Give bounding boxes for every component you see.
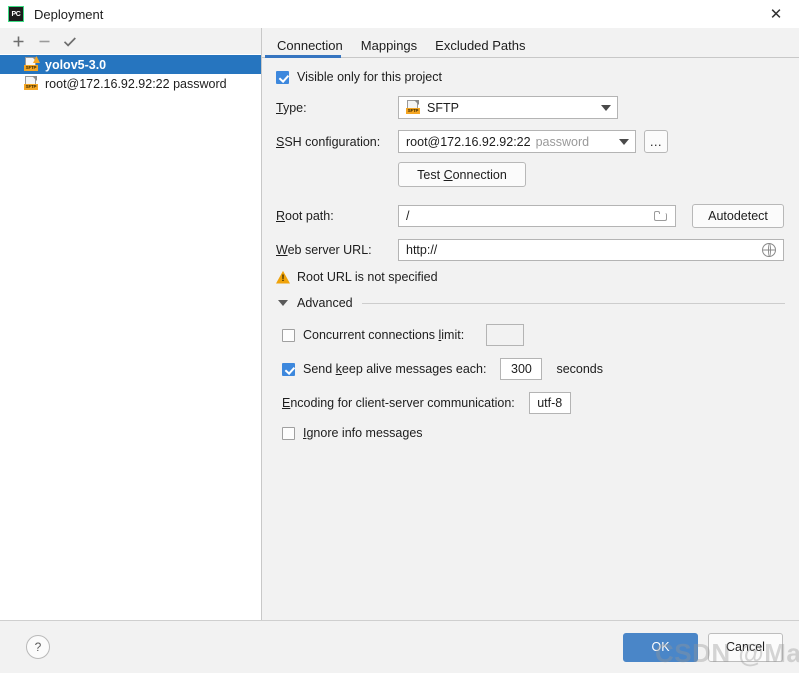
test-connection-row: Test Connection: [276, 162, 785, 187]
ssh-config-auth-type: password: [535, 134, 590, 149]
type-row: Type: SFTP SFTP: [276, 96, 785, 119]
web-url-row: Web server URL: http://: [276, 239, 785, 261]
section-divider: [361, 302, 785, 304]
ok-button[interactable]: OK: [623, 632, 698, 662]
sftp-server-warning-icon: SFTP: [24, 56, 40, 72]
chevron-down-icon: [278, 300, 288, 306]
keepalive-input[interactable]: 300: [500, 358, 543, 380]
web-url-label: Web server URL:: [276, 243, 372, 257]
encoding-input[interactable]: utf-8: [528, 392, 571, 414]
root-path-label: Root path:: [276, 209, 334, 223]
globe-icon[interactable]: [762, 242, 776, 257]
server-item-label: root@172.16.92.92:22 password: [45, 76, 227, 91]
visible-only-checkbox[interactable]: [276, 70, 289, 84]
advanced-section-header[interactable]: Advanced: [276, 296, 785, 310]
chevron-down-icon: [619, 138, 629, 145]
add-button[interactable]: [6, 30, 30, 52]
test-connection-button[interactable]: Test Connection: [398, 162, 526, 187]
apply-button[interactable]: [58, 30, 82, 52]
remove-button[interactable]: [32, 30, 56, 52]
autodetect-button[interactable]: Autodetect: [692, 204, 784, 228]
cancel-button[interactable]: Cancel: [708, 632, 783, 662]
keepalive-checkbox[interactable]: [282, 362, 295, 376]
connection-settings-panel: Connection Mappings Excluded Paths Visib…: [262, 28, 799, 620]
deployment-dialog: PC Deployment ✕ SFTP yolov5-3.0 SFTP roo…: [0, 0, 799, 673]
advanced-label: Advanced: [297, 296, 353, 310]
test-connection-label: Test Connection: [417, 167, 507, 182]
list-item[interactable]: SFTP root@172.16.92.92:22 password: [0, 74, 261, 93]
server-item-label: yolov5-3.0: [45, 57, 107, 72]
encoding-label: Encoding for client-server communication…: [282, 396, 515, 410]
dialog-body: SFTP yolov5-3.0 SFTP root@172.16.92.92:2…: [0, 28, 799, 620]
ssh-config-value: root@172.16.92.92:22: [406, 134, 531, 149]
folder-icon[interactable]: [654, 210, 668, 222]
close-icon[interactable]: ✕: [753, 0, 799, 28]
encoding-value: utf-8: [537, 396, 563, 410]
window-title: Deployment: [34, 6, 104, 22]
web-url-input[interactable]: http://: [398, 239, 784, 261]
sftp-server-icon: SFTP: [24, 76, 39, 91]
concurrent-connections-input[interactable]: [486, 324, 525, 346]
dialog-footer: ? OK Cancel: [0, 621, 799, 673]
server-tree[interactable]: SFTP yolov5-3.0 SFTP root@172.16.92.92:2…: [0, 54, 261, 620]
root-path-value: /: [406, 209, 410, 223]
concurrent-connections-checkbox[interactable]: [282, 328, 295, 342]
connection-form: Visible only for this project Type: SFTP…: [262, 58, 799, 620]
root-url-warning-text: Root URL is not specified: [297, 270, 438, 284]
concurrent-connections-row: Concurrent connections limit:: [276, 324, 785, 346]
type-value: SFTP: [427, 100, 459, 115]
type-label: Type:: [276, 100, 307, 115]
root-url-warning: Root URL is not specified: [276, 270, 785, 284]
sftp-icon: SFTP: [406, 100, 421, 115]
keepalive-label: Send keep alive messages each:: [303, 362, 487, 376]
warning-triangle-icon: [276, 270, 290, 284]
chevron-down-icon: [601, 104, 611, 111]
tab-mappings[interactable]: Mappings: [352, 39, 426, 58]
server-list-panel: SFTP yolov5-3.0 SFTP root@172.16.92.92:2…: [0, 28, 262, 620]
root-path-input[interactable]: /: [398, 205, 676, 227]
root-path-row: Root path: / Autodetect: [276, 204, 785, 228]
server-list-toolbar: [0, 28, 261, 54]
title-bar: PC Deployment ✕: [0, 0, 799, 28]
ignore-info-checkbox[interactable]: [282, 426, 295, 440]
ssh-config-browse-button[interactable]: ...: [644, 130, 668, 153]
settings-tabs: Connection Mappings Excluded Paths: [262, 28, 799, 58]
visible-only-label: Visible only for this project: [297, 70, 442, 84]
ignore-info-row: Ignore info messages: [276, 426, 785, 440]
ssh-config-label: SSH configuration:: [276, 134, 381, 149]
ssh-config-row: SSH configuration: root@172.16.92.92:22 …: [276, 130, 785, 153]
concurrent-connections-label: Concurrent connections limit:: [303, 328, 465, 342]
ignore-info-label: Ignore info messages: [303, 426, 423, 440]
footer-actions: OK Cancel: [623, 632, 783, 662]
help-button[interactable]: ?: [26, 635, 50, 659]
encoding-row: Encoding for client-server communication…: [276, 392, 785, 414]
type-combobox[interactable]: SFTP SFTP: [398, 96, 618, 119]
keepalive-unit-label: seconds: [556, 362, 604, 376]
visible-only-row: Visible only for this project: [276, 70, 785, 84]
tab-excluded-paths[interactable]: Excluded Paths: [426, 39, 534, 58]
keepalive-row: Send keep alive messages each: 300 secon…: [276, 358, 785, 380]
keepalive-value: 300: [511, 362, 532, 376]
ssh-config-combobox[interactable]: root@172.16.92.92:22 password: [398, 130, 636, 153]
web-url-value: http://: [406, 243, 438, 257]
pycharm-icon: PC: [8, 6, 24, 22]
list-item[interactable]: SFTP yolov5-3.0: [0, 55, 261, 74]
